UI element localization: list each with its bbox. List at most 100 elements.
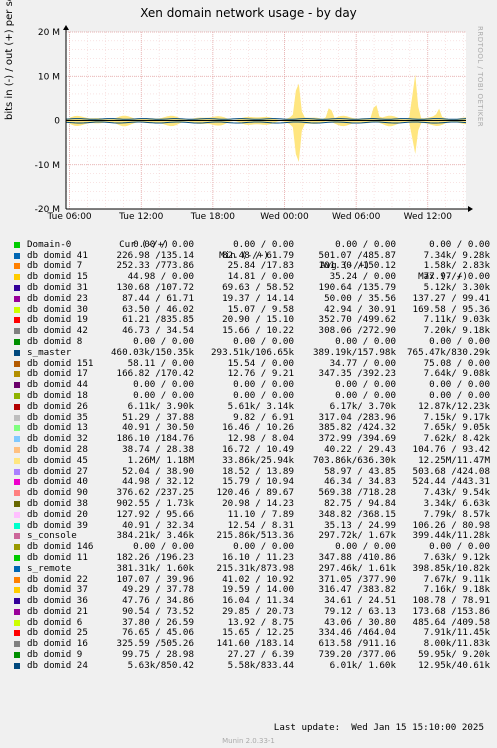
legend-swatch — [14, 436, 20, 443]
legend-avg: 297.46k/ 1.61k — [318, 562, 396, 574]
legend-max: 0.00 / 0.00 — [429, 238, 490, 250]
legend-swatch — [14, 295, 20, 302]
legend-name: db domid 26 — [27, 400, 88, 412]
legend-swatch — [14, 619, 20, 626]
legend-name: db domid 24 — [27, 659, 88, 671]
x-tick-label: Wed 12:00 — [404, 212, 453, 222]
legend-max: 398.85k/10.82k — [412, 562, 490, 574]
y-tick-label: 0 — [54, 117, 60, 127]
munin-version: Munin 2.0.33-1 — [222, 737, 275, 745]
legend-min: 33.86k/25.94k — [222, 454, 294, 466]
x-axis-arrow — [468, 206, 473, 212]
legend-avg: 6.01k/ 1.60k — [329, 659, 396, 671]
legend-avg: 0.00 / 0.00 — [335, 238, 396, 250]
legend-avg: 389.19k/157.98k — [313, 346, 396, 358]
legend-cur: 6.11k/ 3.90k — [127, 400, 194, 412]
legend-cur: 0.00 / 0.00 — [133, 238, 194, 250]
x-tick-label: Wed 06:00 — [332, 212, 381, 222]
legend-swatch — [14, 284, 20, 291]
legend-cur: 5.63k/850.42 — [127, 659, 194, 671]
legend-row: db domid 23 87.44 / 61.71 19.37 / 14.14 50.… — [14, 292, 490, 305]
legend-swatch — [14, 306, 20, 313]
legend-table: Cur (-/+) Min (-/+) Avg (-/+) Max (-/+) … — [14, 229, 490, 672]
legend-swatch — [14, 252, 20, 259]
legend-swatch — [14, 479, 20, 486]
legend-max: 12.25M/11.47M — [418, 454, 490, 466]
last-update: Last update: Wed Jan 15 15:10:00 2025 — [273, 722, 484, 733]
legend-cur: 460.03k/150.35k — [111, 346, 194, 358]
legend-cur: 87.44 / 61.71 — [122, 292, 194, 304]
legend-swatch — [14, 652, 20, 659]
legend-swatch — [14, 565, 20, 572]
legend-swatch — [14, 425, 20, 432]
legend-cur: 381.31k/ 1.60k — [116, 562, 194, 574]
y-tick-label: 10 M — [38, 72, 60, 82]
chart-area: 20 M10 M0-10 M-20 MTue 06:00 Tue 12:00 Tue… — [35, 25, 473, 222]
legend-swatch — [14, 241, 20, 248]
legend-name: Domain-0 — [27, 238, 72, 250]
legend-avg: 703.86k/636.30k — [313, 454, 396, 466]
legend-swatch — [14, 360, 20, 367]
legend-row: Domain-0 0.00 / 0.00 0.00 / 0.00 0.00 / 0.0… — [14, 238, 490, 251]
legend-swatch — [14, 317, 20, 324]
legend-swatch — [14, 468, 20, 475]
legend-swatch — [14, 328, 20, 335]
legend-swatch — [14, 490, 20, 497]
legend-min: 5.61k/ 3.14k — [227, 400, 294, 412]
legend-swatch — [14, 263, 20, 270]
legend-max: 765.47k/830.29k — [407, 346, 490, 358]
legend-swatch — [14, 414, 20, 421]
legend-swatch — [14, 403, 20, 410]
legend-swatch — [14, 608, 20, 615]
legend-min: 0.00 / 0.00 — [233, 238, 294, 250]
legend-name: db domid 45 — [27, 454, 88, 466]
legend-swatch — [14, 598, 20, 605]
legend-swatch — [14, 662, 20, 669]
legend-swatch — [14, 522, 20, 529]
legend-swatch — [14, 511, 20, 518]
x-tick-label: Tue 06:00 — [46, 212, 91, 222]
legend-swatch — [14, 457, 20, 464]
legend-swatch — [14, 382, 20, 389]
legend-avg: 50.00 / 35.56 — [324, 292, 396, 304]
legend-swatch — [14, 641, 20, 648]
y-axis-arrow — [63, 25, 69, 30]
legend-row: db domid 26 6.11k/ 3.90k 5.61k/ 3.14k 6.17k… — [14, 400, 490, 413]
y-tick-label: -10 M — [35, 161, 60, 171]
legend-avg: 6.17k/ 3.70k — [329, 400, 396, 412]
legend-swatch — [14, 274, 20, 281]
legend-swatch — [14, 554, 20, 561]
x-tick-label: Tue 18:00 — [190, 212, 235, 222]
legend-swatch — [14, 338, 20, 345]
y-tick-label: 20 M — [38, 28, 60, 38]
legend-name: s_master — [27, 346, 72, 358]
legend-swatch — [14, 544, 20, 551]
legend-swatch — [14, 500, 20, 507]
legend-swatch — [14, 349, 20, 356]
legend-row: db domid 45 1.26M/ 1.18M 33.86k/25.94k 703.… — [14, 454, 490, 467]
x-tick-label: Tue 12:00 — [118, 212, 163, 222]
legend-rows: Domain-0 0.00 / 0.00 0.00 / 0.00 0.00 / 0.0… — [14, 238, 490, 672]
legend-cur: 1.26M/ 1.18M — [127, 454, 194, 466]
legend-swatch — [14, 576, 20, 583]
legend-swatch — [14, 533, 20, 540]
legend-swatch — [14, 371, 20, 378]
legend-row: db domid 24 5.63k/850.42 5.58k/833.44 6.01k… — [14, 659, 490, 672]
legend-max: 7.79k/ 8.57k — [423, 508, 490, 520]
x-tick-label: Wed 00:00 — [260, 212, 309, 222]
legend-swatch — [14, 446, 20, 453]
legend-min: 11.10 / 7.89 — [227, 508, 294, 520]
legend-min: 5.58k/833.44 — [227, 659, 294, 671]
legend-max: 12.87k/12.23k — [418, 400, 490, 412]
legend-min: 215.31k/873.98 — [216, 562, 294, 574]
legend-cur: 127.92 / 95.66 — [116, 508, 194, 520]
legend-swatch — [14, 392, 20, 399]
legend-max: 137.27 / 99.41 — [412, 292, 490, 304]
legend-name: db domid 20 — [27, 508, 88, 520]
legend-row: s_master 460.03k/150.35k 293.51k/106.65k 38… — [14, 346, 490, 359]
legend-name: s_remote — [27, 562, 72, 574]
legend-name: db domid 23 — [27, 292, 88, 304]
legend-row: db domid 20 127.92 / 95.66 11.10 / 7.89 348… — [14, 508, 490, 521]
legend-min: 19.37 / 14.14 — [222, 292, 294, 304]
legend-row: s_remote 381.31k/ 1.60k 215.31k/873.98 297.… — [14, 562, 490, 575]
